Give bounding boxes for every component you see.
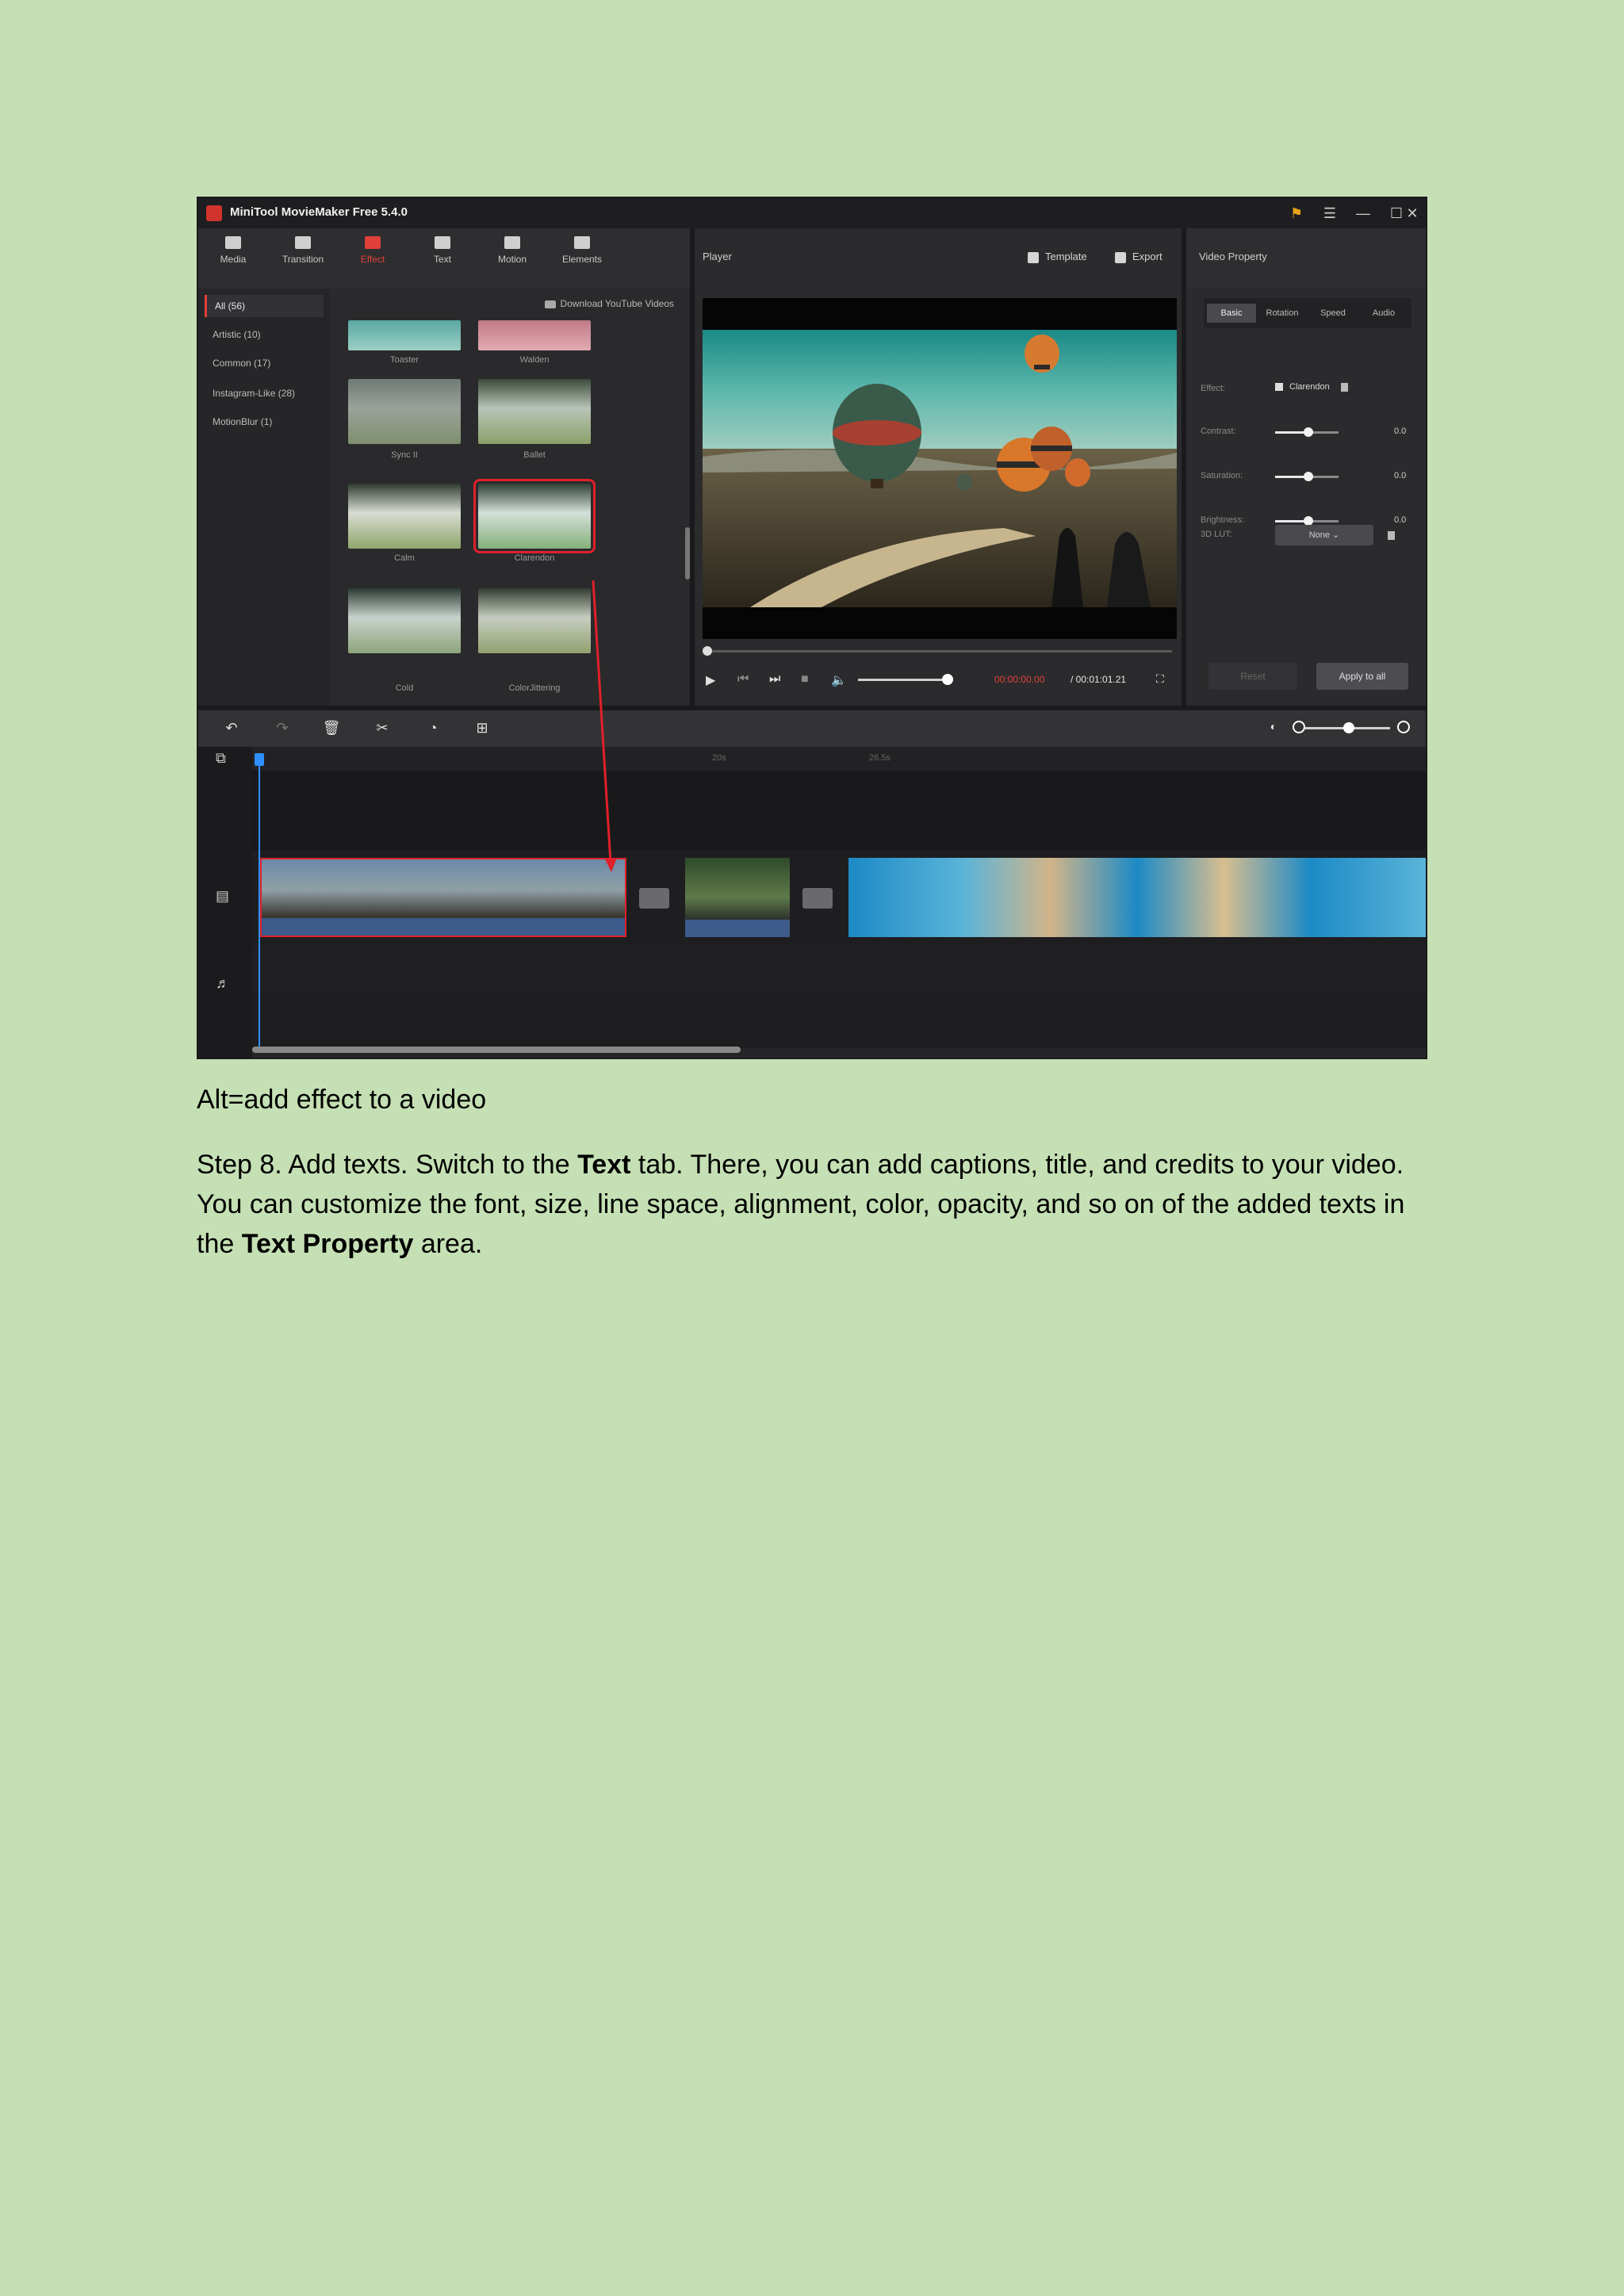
text-property-emphasis: Text Property — [241, 1229, 414, 1259]
annotation-arrow — [592, 580, 617, 872]
text-tab-emphasis: Text — [577, 1150, 631, 1180]
image-caption: Alt=add effect to a video — [197, 1085, 487, 1115]
step-paragraph: Step 8. Add texts. Switch to the Text ta… — [197, 1150, 1405, 1259]
app-screenshot: MiniTool MovieMaker Free 5.4.0 ⚑ ☰ — ☐ ✕… — [197, 197, 1427, 1059]
